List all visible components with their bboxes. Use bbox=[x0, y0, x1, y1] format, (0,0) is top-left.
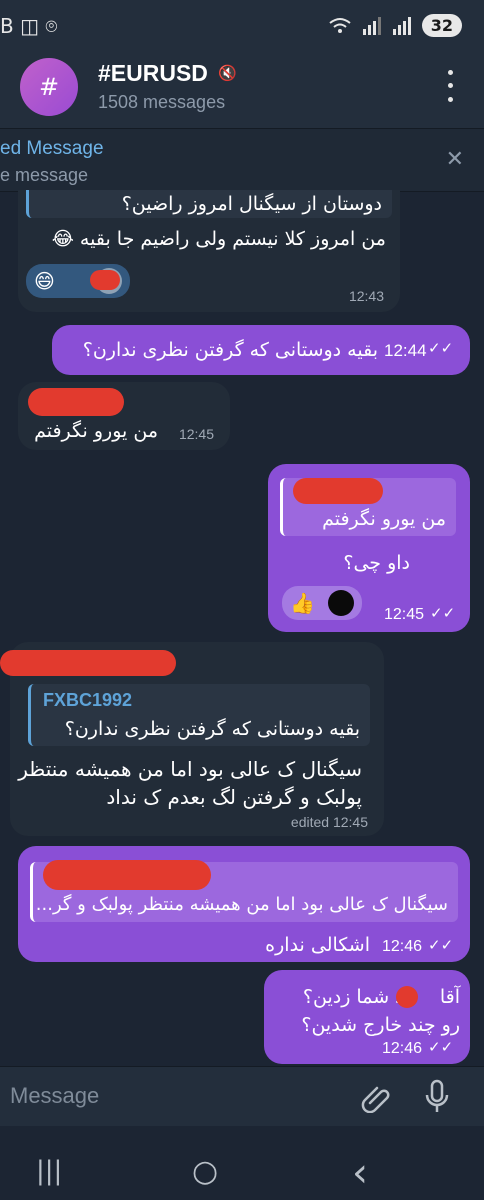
message-count: 1508 messages bbox=[98, 92, 226, 112]
reply-author-redacted bbox=[43, 860, 211, 890]
message-text: من یورو نگرفتم bbox=[34, 420, 158, 442]
message-time: 12:43 bbox=[348, 288, 384, 304]
message-bubble[interactable]: من یورو نگرفتم داو چی؟ 👍 12:45 ✓✓ bbox=[268, 464, 470, 632]
signal-icon bbox=[362, 16, 381, 35]
message-bubble[interactable]: 12:44 ✓✓ بقیه دوستانی که گرفتن نظری ندار… bbox=[52, 325, 470, 375]
message-text-line2: رو چند خارج شدین؟ bbox=[301, 1014, 460, 1036]
attach-icon[interactable] bbox=[360, 1081, 392, 1113]
reply-text: دوستان از سیگنال امروز راضین؟ bbox=[121, 193, 382, 215]
status-left-icons: B ◫ ⌾ bbox=[0, 14, 58, 38]
message-text: اشکالی نداره bbox=[265, 934, 370, 956]
reply-author-redacted bbox=[293, 478, 383, 504]
pinned-message-bar[interactable]: ed Message e message ✕ bbox=[0, 128, 484, 192]
home-icon[interactable]: ○ bbox=[192, 1154, 218, 1189]
reply-preview[interactable]: سیگنال ک عالی بود اما من همیشه منتظر پول… bbox=[30, 860, 458, 922]
pinned-title: ed Message bbox=[0, 138, 104, 159]
reaction-avatar bbox=[328, 590, 354, 616]
message-bubble[interactable]: من یورو نگرفتم 12:45 bbox=[18, 382, 230, 450]
message-time: 12:46 bbox=[382, 1040, 423, 1057]
message-text-line2: پولبک و گرفتن لگ بعدم ک نداد bbox=[106, 785, 362, 809]
reply-preview[interactable]: FXBC1992 بقیه دوستانی که گرفتن نظری ندار… bbox=[28, 684, 370, 746]
message-time: 12:45 bbox=[384, 606, 425, 623]
reply-preview[interactable]: دوستان از سیگنال امروز راضین؟ bbox=[26, 190, 392, 218]
avatar-hash-icon: # bbox=[38, 73, 60, 101]
message-composer[interactable]: Message bbox=[0, 1066, 484, 1127]
close-icon[interactable]: ✕ bbox=[446, 147, 464, 172]
chat-header[interactable]: # #EURUSD 🔇 1508 messages bbox=[0, 52, 484, 128]
reply-author: FXBC1992 bbox=[43, 690, 133, 710]
reaction-emoji: 😄 bbox=[34, 269, 55, 293]
reaction[interactable]: 👍 bbox=[282, 586, 362, 620]
message-text-line1: سیگنال ک عالی بود اما من همیشه منتظر bbox=[18, 757, 362, 781]
message-time: 12:46 bbox=[382, 938, 423, 955]
recent-apps-icon[interactable]: ||| bbox=[36, 1156, 62, 1186]
message-input[interactable]: Message bbox=[10, 1083, 99, 1109]
reply-preview[interactable]: من یورو نگرفتم bbox=[280, 478, 456, 536]
read-checks-icon: ✓✓ bbox=[430, 604, 456, 622]
reply-text: سیگنال ک عالی بود اما من همیشه منتظر پول… bbox=[35, 894, 448, 915]
status-bar: B ◫ ⌾ 32 bbox=[0, 0, 484, 52]
reply-text: بقیه دوستانی که گرفتن نظری ندارن؟ bbox=[64, 718, 360, 740]
read-checks-icon: ✓✓ bbox=[428, 936, 454, 954]
system-nav-bar: ||| ○ ‹ bbox=[0, 1126, 484, 1200]
message-time: 12:45 bbox=[178, 426, 214, 442]
reaction-emoji: 👍 bbox=[290, 591, 315, 615]
message-bubble[interactable]: آقا د شما زدین؟ رو چند خارج شدین؟ 12:46 … bbox=[264, 970, 470, 1064]
sender-name-redacted bbox=[28, 388, 124, 416]
channel-avatar[interactable]: # bbox=[20, 58, 78, 116]
status-right: 32 bbox=[328, 14, 462, 37]
microphone-icon[interactable] bbox=[422, 1079, 452, 1115]
wifi-icon bbox=[329, 17, 351, 33]
message-bubble[interactable]: FXBC1992 بقیه دوستانی که گرفتن نظری ندار… bbox=[0, 642, 384, 836]
message-edited-time: edited 12:45 bbox=[290, 814, 368, 830]
back-icon[interactable]: ‹ bbox=[352, 1150, 368, 1196]
message-text: من امروز کلا نیستم ولی راضیم جا بقیه 😂 bbox=[51, 228, 386, 250]
message-text: بقیه دوستانی که گرفتن نظری ندارن؟ bbox=[82, 339, 378, 361]
signal-icon-2 bbox=[392, 16, 411, 35]
message-bubble[interactable]: دوستان از سیگنال امروز راضین؟ من امروز ک… bbox=[18, 190, 400, 312]
redaction-mark bbox=[90, 270, 120, 290]
read-checks-icon: ✓✓ bbox=[428, 339, 454, 357]
pinned-preview: e message bbox=[0, 165, 89, 185]
message-time: 12:44 bbox=[384, 341, 427, 360]
channel-title: #EURUSD bbox=[98, 60, 208, 86]
read-checks-icon: ✓✓ bbox=[428, 1038, 454, 1056]
reply-text: من یورو نگرفتم bbox=[322, 508, 446, 530]
redaction-mark bbox=[396, 986, 418, 1008]
mute-icon: 🔇 bbox=[218, 64, 237, 82]
battery-level: 32 bbox=[421, 14, 462, 37]
sender-name-redacted bbox=[0, 650, 176, 676]
message-text: داو چی؟ bbox=[343, 552, 410, 574]
message-bubble[interactable]: سیگنال ک عالی بود اما من همیشه منتظر پول… bbox=[18, 846, 470, 962]
more-menu-icon[interactable] bbox=[438, 66, 462, 106]
message-text-line1: آقا د شما زدین؟ bbox=[302, 986, 460, 1008]
